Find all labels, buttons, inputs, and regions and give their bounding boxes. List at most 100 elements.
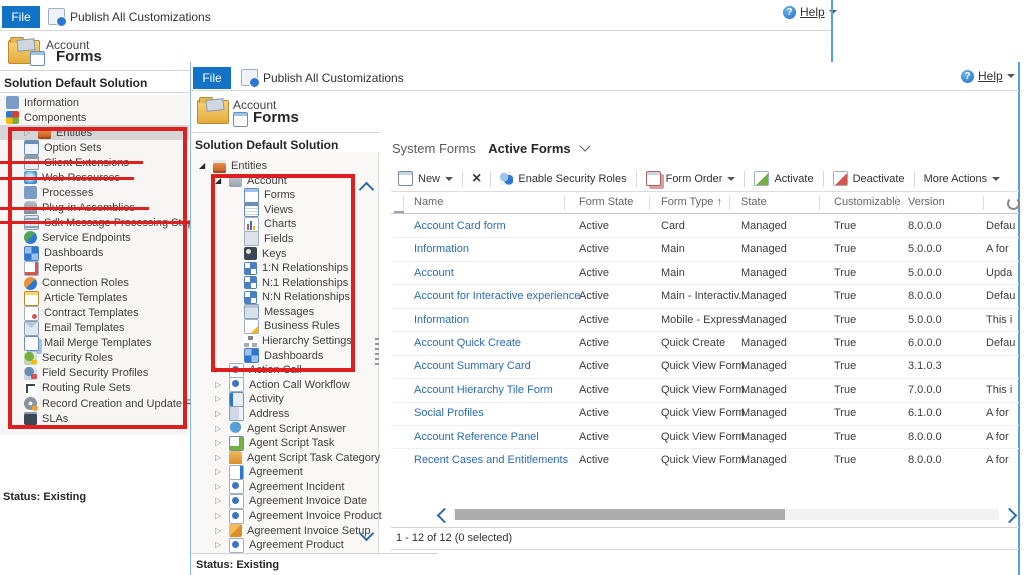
refresh-icon[interactable] [1007,197,1020,210]
tree-item-agreement-incident[interactable]: ▷Agreement Incident [191,480,378,494]
collapsed-arrow-icon[interactable]: ▷ [215,512,224,520]
table-row[interactable]: Account Summary CardActiveQuick View For… [391,355,1019,379]
tree-item-activity[interactable]: ▷Activity [191,392,378,406]
new-button[interactable]: New [391,171,460,186]
sidebar-item-dashboards[interactable]: Dashboards [0,246,189,261]
tree-item-agreement-product[interactable]: ▷Agreement Product [191,538,378,552]
sidebar-item-service-endpoints[interactable]: Service Endpoints [0,230,189,245]
tree-item-dashboards[interactable]: Dashboards [191,349,378,363]
select-all-checkbox[interactable] [394,211,404,213]
collapsed-arrow-icon[interactable]: ▷ [215,366,224,374]
tree-item-address[interactable]: ▷Address [191,407,378,421]
file-button[interactable]: File [193,67,231,89]
cell-name[interactable]: Social Profiles [414,407,484,419]
publish-all-customizations-button[interactable]: Publish All Customizations [48,8,211,25]
tree-item-agreement-invoice-setup[interactable]: ▷Agreement Invoice Setup [191,524,378,538]
table-row[interactable]: Account Hierarchy Tile FormActiveQuick V… [391,378,1019,402]
view-selector[interactable]: Active Forms [488,141,570,156]
table-row[interactable]: Account Quick CreateActiveQuick CreateMa… [391,331,1019,355]
tree-item-account[interactable]: ◢Account [191,174,378,188]
tree-item-entities[interactable]: ◢Entities [191,159,378,173]
sidebar-item-contract-templates[interactable]: Contract Templates [0,306,189,321]
cell-name[interactable]: Account Summary Card [414,360,531,372]
sidebar-item-processes[interactable]: Processes [0,185,189,200]
collapsed-arrow-icon[interactable]: ▷ [215,497,224,505]
sidebar-item-connection-roles[interactable]: Connection Roles [0,276,189,291]
table-row[interactable]: Recent Cases and EntitlementsActiveQuick… [391,449,1019,473]
collapsed-arrow-icon[interactable]: ▷ [215,527,224,535]
collapsed-arrow-icon[interactable]: ▷ [215,410,224,418]
tree-item-charts[interactable]: Charts [191,217,378,231]
sidebar-item-sdk-message-processing-steps[interactable]: Sdk Message Processing Steps [0,215,189,230]
sidebar-item-option-sets[interactable]: Option Sets [0,140,189,155]
scroll-right-arrow[interactable] [1002,508,1018,524]
collapsed-arrow-icon[interactable]: ▷ [215,439,224,447]
table-row[interactable]: Account Card formActiveCardManagedTrue8.… [391,214,1019,238]
sidebar-item-field-security-profiles[interactable]: Field Security Profiles [0,366,189,381]
tree-item-keys[interactable]: Keys [191,247,378,261]
tree-item-messages[interactable]: Messages [191,305,378,319]
table-row[interactable]: InformationActiveMainManagedTrue5.0.0.0A… [391,237,1019,261]
tree-item-1-n-relationships[interactable]: 1:N Relationships [191,261,378,275]
collapsed-arrow-icon[interactable]: ▷ [215,395,224,403]
tree-item-action-call-workflow[interactable]: ▷Action Call Workflow [191,378,378,392]
sidebar-item-article-templates[interactable]: Article Templates [0,291,189,306]
chevron-down-icon[interactable] [579,140,590,151]
column-header-version[interactable]: Version [908,196,945,208]
sidebar-item-components[interactable]: Components [0,110,189,125]
column-header-customizable[interactable]: Customizable [834,196,901,208]
collapsed-arrow-icon[interactable]: ▷ [215,425,224,433]
scroll-left-arrow[interactable] [437,508,453,524]
sidebar-item-reports[interactable]: Reports [0,261,189,276]
table-row[interactable]: Account for Interactive experienceActive… [391,284,1019,308]
sidebar-item-information[interactable]: Information [0,95,189,110]
expanded-arrow-icon[interactable]: ◢ [215,177,224,185]
panel-splitter[interactable] [375,338,379,366]
sidebar-item-email-templates[interactable]: Email Templates [0,321,189,336]
tree-item-hierarchy-settings[interactable]: Hierarchy Settings [191,334,378,348]
table-row[interactable]: Account Reference PanelActiveQuick View … [391,425,1019,449]
sidebar-item-routing-rule-sets[interactable]: Routing Rule Sets [0,381,189,396]
sidebar-item-plug-in-assemblies[interactable]: Plug-in Assemblies [0,200,189,215]
tree-item-agreement-invoice-date[interactable]: ▷Agreement Invoice Date [191,494,378,508]
more-actions-button[interactable]: More Actions [917,173,1008,185]
collapsed-arrow-icon[interactable]: ▷ [215,381,224,389]
cell-name[interactable]: Account Quick Create [414,337,521,349]
cell-name[interactable]: Account for Interactive experience [414,290,580,302]
tree-item-agent-script-answer[interactable]: ▷Agent Script Answer [191,422,378,436]
collapsed-arrow-icon[interactable]: ▷ [215,468,224,476]
expanded-arrow-icon[interactable]: ◢ [199,162,208,170]
deactivate-button[interactable]: Deactivate [826,171,912,186]
form-order-button[interactable]: Form Order [639,171,743,186]
delete-button[interactable]: × [465,171,488,187]
tree-item-fields[interactable]: Fields [191,232,378,246]
cell-name[interactable]: Account [414,267,454,279]
cell-name[interactable]: Information [414,314,469,326]
tree-item-business-rules[interactable]: Business Rules [191,319,378,333]
collapsed-arrow-icon[interactable]: ▷ [24,129,33,137]
help-button[interactable]: Help [783,5,837,19]
cell-name[interactable]: Information [414,243,469,255]
cell-name[interactable]: Account Reference Panel [414,431,539,443]
tree-item-forms[interactable]: Forms [191,188,378,202]
sidebar-item-slas[interactable]: SLAs [0,411,189,426]
sidebar-item-web-resources[interactable]: Web Resources [0,170,189,185]
cell-name[interactable]: Recent Cases and Entitlements [414,454,568,466]
table-row[interactable]: Social ProfilesActiveQuick View FormMana… [391,402,1019,426]
sidebar-item-entities[interactable]: ▷Entities [0,125,189,140]
cell-name[interactable]: Account Hierarchy Tile Form [414,384,553,396]
sidebar-item-client-extensions[interactable]: Client Extensions [0,155,189,170]
tree-item-agent-script-task-category[interactable]: ▷Agent Script Task Category [191,451,378,465]
activate-button[interactable]: Activate [747,171,820,186]
tree-item-agreement[interactable]: ▷Agreement [191,465,378,479]
table-row[interactable]: AccountActiveMainManagedTrue5.0.0.0Upda [391,261,1019,285]
column-header-state[interactable]: State [741,196,767,208]
tree-item-n-n-relationships[interactable]: N:N Relationships [191,290,378,304]
cell-name[interactable]: Account Card form [414,220,506,232]
tree-item-agent-script-task[interactable]: ▷Agent Script Task [191,436,378,450]
sidebar-item-record-creation-and-update-rules[interactable]: Record Creation and Update Rules [0,396,189,411]
collapsed-arrow-icon[interactable]: ▷ [215,541,224,549]
tree-item-views[interactable]: Views [191,203,378,217]
column-header-form-type[interactable]: Form Type ↑ [661,196,722,208]
tree-item-agreement-invoice-product[interactable]: ▷Agreement Invoice Product [191,509,378,523]
